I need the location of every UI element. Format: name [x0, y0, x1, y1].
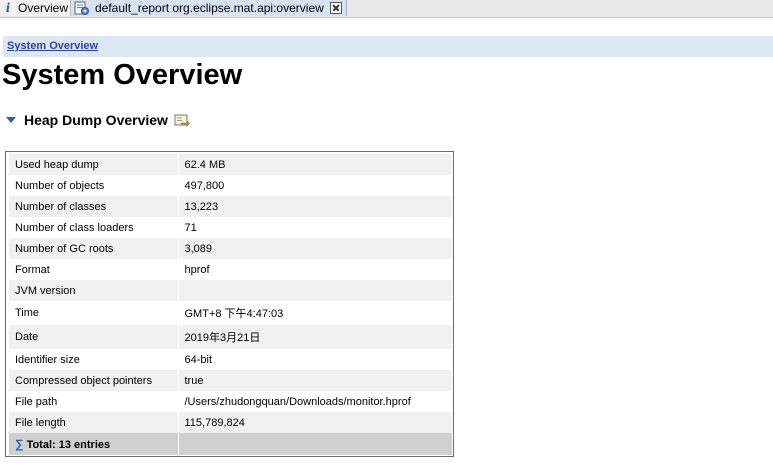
table-cell-key: Number of class loaders: [9, 217, 179, 238]
export-icon[interactable]: [174, 113, 190, 127]
table-row[interactable]: Number of class loaders 71: [9, 217, 452, 238]
table-cell-key: Date: [9, 325, 179, 349]
table-total-label: Total: 13 entries: [26, 439, 111, 451]
table-row[interactable]: Number of GC roots 3,089: [9, 238, 452, 259]
table-cell-key: Compressed object pointers: [9, 370, 179, 391]
table-row[interactable]: Identifier size 64-bit: [9, 349, 452, 370]
editor-tab-bar: i Overview default_report org.eclipse.ma…: [0, 0, 773, 18]
table-cell-key: File length: [9, 412, 179, 433]
tab-overview[interactable]: i Overview: [0, 0, 71, 16]
table-row[interactable]: Number of objects 497,800: [9, 175, 452, 196]
table-row[interactable]: Number of classes 13,223: [9, 196, 452, 217]
table-cell-value: 497,800: [178, 175, 452, 196]
table-cell-value: 71: [178, 217, 452, 238]
table-total-value-cell: [178, 433, 452, 455]
table-cell-key: Time: [9, 301, 179, 325]
table-cell-value: 64-bit: [178, 349, 452, 370]
table-cell-value: /Users/zhudongquan/Downloads/monitor.hpr…: [178, 391, 452, 412]
close-icon[interactable]: [329, 2, 342, 14]
report-icon: [74, 1, 90, 16]
heap-dump-overview-table: Used heap dump 62.4 MB Number of objects…: [5, 151, 454, 457]
table-cell-key: Number of classes: [9, 196, 179, 217]
table-row[interactable]: File length 115,789,824: [9, 412, 452, 433]
section-title: Heap Dump Overview: [24, 112, 168, 128]
table-cell-key: Used heap dump: [9, 154, 179, 175]
tab-default-report[interactable]: default_report org.eclipse.mat.api:overv…: [71, 0, 347, 16]
table-cell-key: File path: [9, 391, 179, 412]
table-cell-value: GMT+8 下午4:47:03: [178, 301, 452, 325]
table-row[interactable]: Compressed object pointers true: [9, 370, 452, 391]
table-cell-key: JVM version: [9, 280, 179, 301]
table-row[interactable]: Date 2019年3月21日: [9, 325, 452, 349]
table-cell-value: true: [178, 370, 452, 391]
table-cell-value: hprof: [178, 259, 452, 280]
table-row[interactable]: Format hprof: [9, 259, 452, 280]
tab-overview-label: Overview: [18, 1, 69, 15]
table-total-cell: ∑ Total: 13 entries: [9, 433, 179, 455]
breadcrumb-system-overview-link[interactable]: System Overview: [7, 40, 98, 52]
chevron-down-icon[interactable]: [6, 117, 16, 123]
section-header-heap-dump-overview: Heap Dump Overview: [5, 110, 190, 130]
info-icon: i: [5, 1, 11, 15]
table-cell-key: Identifier size: [9, 349, 179, 370]
table-cell-value: [178, 280, 452, 301]
table-cell-key: Format: [9, 259, 179, 280]
table-cell-value: 62.4 MB: [178, 154, 452, 175]
table-cell-key: Number of GC roots: [9, 238, 179, 259]
page-title: System Overview: [2, 59, 243, 91]
table-row[interactable]: JVM version: [9, 280, 452, 301]
table-row[interactable]: File path /Users/zhudongquan/Downloads/m…: [9, 391, 452, 412]
table-cell-key: Number of objects: [9, 175, 179, 196]
table-row[interactable]: Time GMT+8 下午4:47:03: [9, 301, 452, 325]
table-cell-value: 13,223: [178, 196, 452, 217]
table-row[interactable]: Used heap dump 62.4 MB: [9, 154, 452, 175]
table-cell-value: 115,789,824: [178, 412, 452, 433]
breadcrumb: System Overview: [3, 36, 773, 57]
table-cell-value: 2019年3月21日: [178, 325, 452, 349]
table-total-row[interactable]: ∑ Total: 13 entries: [9, 433, 452, 455]
table-cell-value: 3,089: [178, 238, 452, 259]
sigma-icon: ∑: [15, 437, 24, 451]
tab-default-report-label: default_report org.eclipse.mat.api:overv…: [95, 1, 324, 15]
